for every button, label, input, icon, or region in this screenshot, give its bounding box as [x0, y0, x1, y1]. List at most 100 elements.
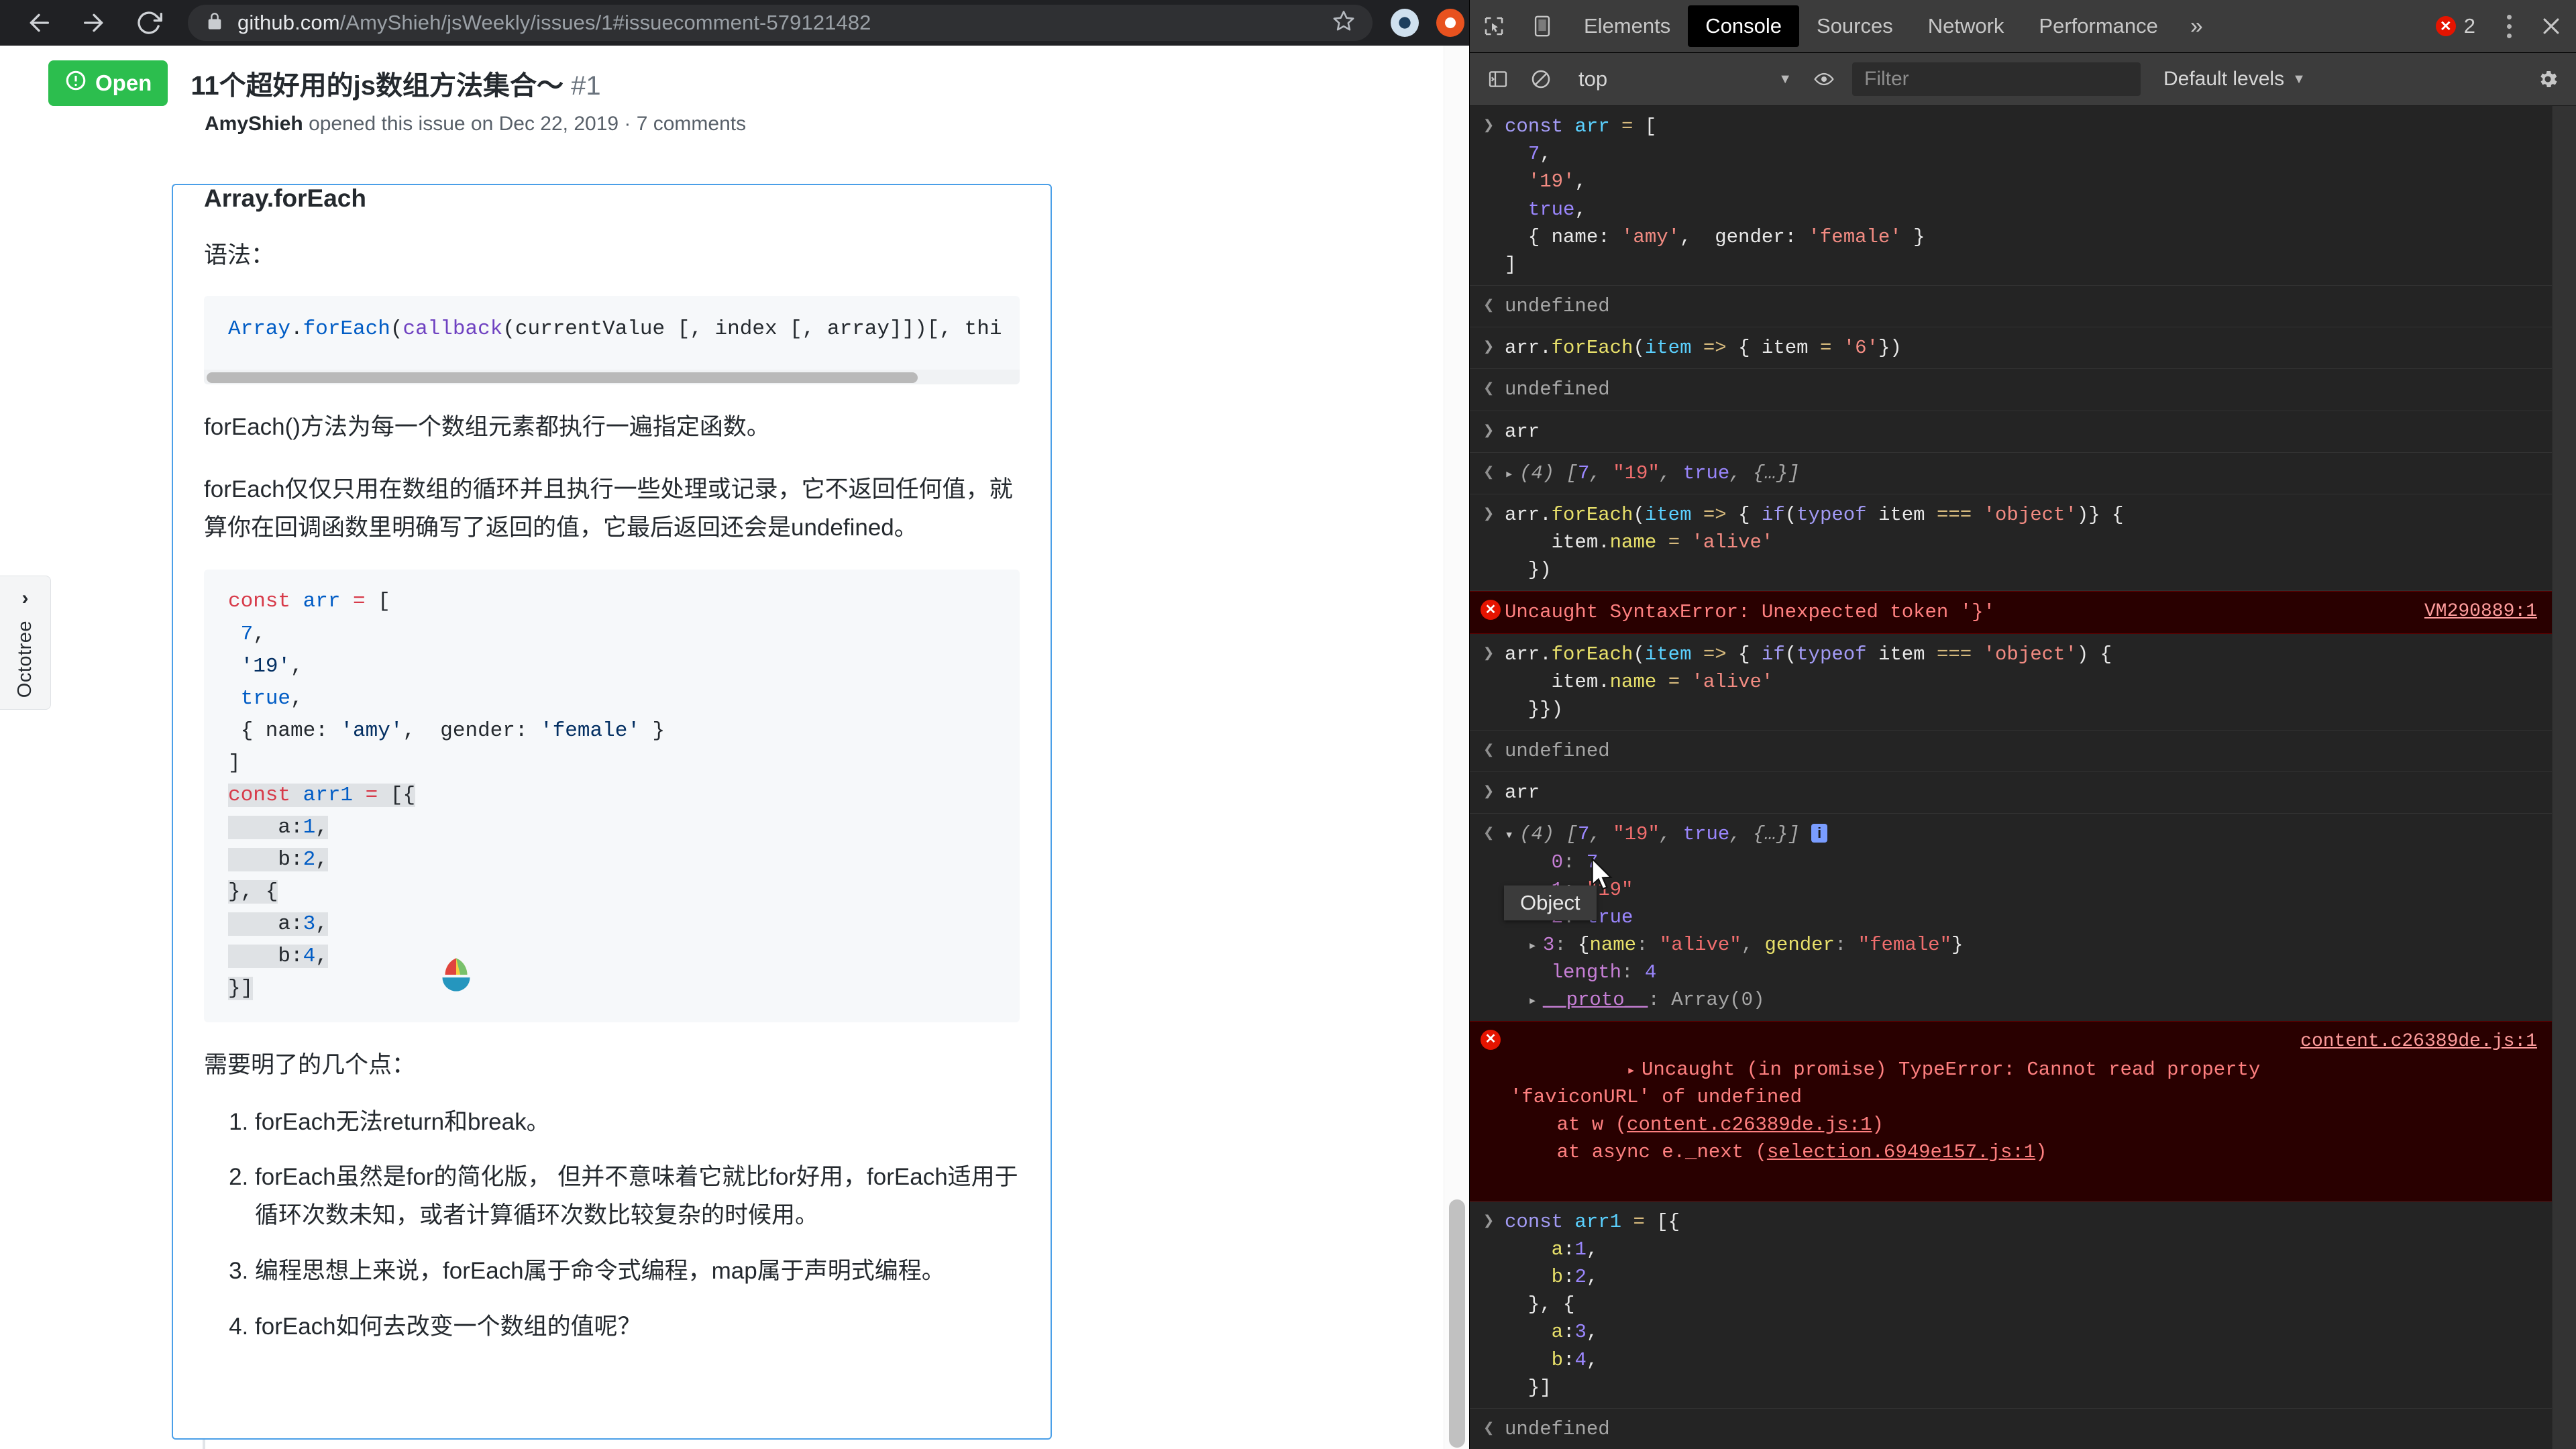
console-output-text: undefined	[1505, 740, 1610, 763]
console-output-text: undefined	[1505, 1417, 1610, 1440]
execution-context-label: top	[1578, 67, 1608, 91]
expand-triangle-icon[interactable]: ▸	[1528, 936, 1543, 957]
log-levels-label: Default levels	[2163, 68, 2285, 90]
paragraph-1: forEach()方法为每一个数组元素都执行一遍指定函数。	[204, 414, 770, 441]
section-heading: Array.forEach	[204, 184, 366, 212]
input-marker-icon: ❯	[1483, 783, 1495, 804]
console-log-list: ❯ const arr = [ 7, '19', true, { name: 'a…	[1470, 106, 2552, 1449]
error-source-link[interactable]: VM290889:1	[2424, 598, 2537, 625]
comment-card: Array.forEach 语法： Array.forEach(callback…	[172, 184, 1052, 1440]
tab-console[interactable]: Console	[1688, 5, 1799, 47]
code-horizontal-scrollbar[interactable]	[204, 370, 1020, 385]
console-output-text: undefined	[1505, 295, 1610, 318]
chevron-double-right-icon[interactable]: »	[2176, 15, 2218, 38]
collapse-triangle-icon[interactable]: ▾	[1505, 825, 1519, 846]
console-input-row[interactable]: ❯ const arr = [ 7, '19', true, { name: 'a…	[1470, 106, 2552, 286]
tab-sources[interactable]: Sources	[1799, 5, 1911, 47]
input-marker-icon: ❯	[1483, 117, 1495, 137]
error-circle-icon: ✕	[2435, 16, 2456, 36]
console-sidebar-icon[interactable]	[1477, 60, 1519, 99]
error-line-1: Uncaught (in promise) TypeError: Cannot …	[1642, 1058, 2261, 1081]
error-stack-line-2: at async e._next (selection.6949e157.js:…	[1556, 1141, 2047, 1164]
console-output-row: ❮ undefined	[1470, 286, 2552, 328]
input-marker-icon: ❯	[1483, 1212, 1495, 1232]
extension-adguard-icon[interactable]	[1382, 3, 1428, 43]
input-marker-icon: ❯	[1483, 421, 1495, 442]
output-marker-icon: ❮	[1483, 741, 1495, 762]
gear-icon[interactable]	[2526, 60, 2569, 99]
execution-context-selector[interactable]: top ▼	[1568, 62, 1803, 96]
console-code-text: arr.forEach(item => { item = '6'})	[1505, 337, 1902, 360]
reload-button[interactable]	[125, 3, 173, 43]
issue-author[interactable]: AmyShieh	[205, 113, 303, 135]
expand-triangle-icon[interactable]: ▸	[1528, 991, 1543, 1012]
console-input-row[interactable]: ❯ arr	[1470, 411, 2552, 453]
expand-triangle-icon[interactable]: ▸	[1627, 1061, 1642, 1081]
star-icon[interactable]	[1332, 10, 1355, 36]
comment-body: Array.forEach 语法： Array.forEach(callback…	[173, 185, 1051, 1346]
info-badge-icon[interactable]: i	[1811, 824, 1828, 843]
chevron-down-icon: ▼	[1778, 71, 1792, 87]
console-code-text: arr	[1505, 420, 1540, 443]
input-marker-icon: ❯	[1483, 338, 1495, 359]
console-code-text: arr.forEach(item => { if(typeof item ===…	[1505, 643, 2112, 720]
list-item: forEach虽然是for的简化版， 但并不意味着它就比for好用，forEac…	[255, 1159, 1020, 1234]
chevron-down-icon: ▼	[2292, 71, 2306, 87]
octotree-tab[interactable]: › Octotree	[0, 576, 51, 710]
console-toolbar: top ▼ Filter Default levels ▼	[1470, 53, 2576, 106]
console-error-stack-row[interactable]: ✕ ▸ Uncaught (in promise) TypeError: Canno…	[1470, 1020, 2552, 1201]
syntax-code-text: Array.forEach(callback(currentValue [, i…	[228, 317, 1002, 341]
input-marker-icon: ❯	[1483, 504, 1495, 525]
console-error-text: Uncaught SyntaxError: Unexpected token '…	[1505, 601, 1995, 624]
page-scrollbar-thumb[interactable]	[1449, 1199, 1465, 1448]
page-scrollbar[interactable]	[1444, 46, 1469, 1449]
error-circle-icon: ✕	[1481, 600, 1501, 621]
console-input-row[interactable]: ❯ arr.forEach(item => { item = '6'})	[1470, 327, 2552, 370]
console-error-text: Uncaught (in promise) TypeError: Cannot …	[1510, 1059, 2260, 1164]
console-output-row[interactable]: ❮ ▸ (4) [7, "19", true, {…}]	[1470, 453, 2552, 494]
tab-network[interactable]: Network	[1911, 5, 2022, 47]
inspect-element-icon[interactable]	[1470, 0, 1518, 52]
devtools-kebab-menu-icon[interactable]	[2491, 0, 2526, 52]
issue-header: Open Array.forEach11个超好用的js数组方法集合～ #1 Am…	[0, 46, 1469, 136]
example-code-block: const arr = [ 7, '19', true, { name: 'am…	[204, 570, 1020, 1023]
output-marker-icon: ❮	[1483, 824, 1495, 845]
console-input-row[interactable]: ❯ arr	[1470, 772, 2552, 814]
extension-ublock-icon[interactable]	[1428, 3, 1473, 43]
navigation-buttons	[0, 3, 173, 43]
error-count-badge[interactable]: ✕ 2	[2435, 14, 2491, 38]
console-object-row[interactable]: ❮▾(4) [7, "19", true, {…}] i 0: 7 1: "19…	[1470, 814, 2552, 1020]
live-expression-icon[interactable]	[1803, 60, 1845, 99]
log-levels-selector[interactable]: Default levels ▼	[2163, 68, 2306, 91]
console-input-row[interactable]: ❯ arr.forEach(item => { if(typeof item ==…	[1470, 494, 2552, 592]
input-marker-icon: ❯	[1483, 644, 1495, 665]
console-scrollbar[interactable]	[2552, 106, 2576, 1449]
points-list: forEach无法return和break。 forEach虽然是for的简化版…	[204, 1104, 1020, 1346]
console-output[interactable]: ❯ const arr = [ 7, '19', true, { name: 'a…	[1470, 106, 2576, 1449]
clear-console-icon[interactable]	[1519, 60, 1562, 99]
expand-triangle-icon[interactable]: ▸	[1505, 464, 1519, 485]
close-icon[interactable]	[2526, 0, 2576, 52]
console-code-text: arr	[1505, 782, 1540, 804]
error-stack-line-1: at w (content.c26389de.js:1)	[1556, 1114, 1884, 1136]
device-toolbar-icon[interactable]	[1518, 0, 1566, 52]
tab-elements[interactable]: Elements	[1566, 5, 1688, 47]
syntax-label: 语法：	[204, 241, 275, 268]
console-output-row: ❮ undefined	[1470, 369, 2552, 411]
forward-button[interactable]	[70, 3, 118, 43]
console-input-row[interactable]: ❯ arr.forEach(item => { if(typeof item ==…	[1470, 634, 2552, 731]
chevron-right-icon: ›	[21, 587, 29, 609]
issue-opened-icon	[64, 69, 87, 97]
issue-title-main: 11个超好用的js数组方法集合～	[191, 71, 564, 101]
tooltip-content: Object	[1504, 885, 1597, 920]
search-input[interactable]: Filter	[1852, 62, 2141, 96]
console-error-row[interactable]: ✕ Uncaught SyntaxError: Unexpected token …	[1470, 591, 2552, 634]
back-button[interactable]	[15, 3, 63, 43]
error-source-link[interactable]: content.c26389de.js:1	[2300, 1028, 2537, 1055]
console-input-row[interactable]: ❯ const arr1 = [{ a:1, b:2, }, { a:3, b:4…	[1470, 1201, 2552, 1409]
tab-performance[interactable]: Performance	[2021, 5, 2175, 47]
address-bar[interactable]: github.com/AmyShieh/jsWeekly/issues/1#is…	[188, 5, 1373, 41]
tab-elements-label: Elements	[1584, 14, 1671, 38]
issue-number: #1	[571, 71, 601, 101]
tab-console-label: Console	[1705, 14, 1782, 38]
